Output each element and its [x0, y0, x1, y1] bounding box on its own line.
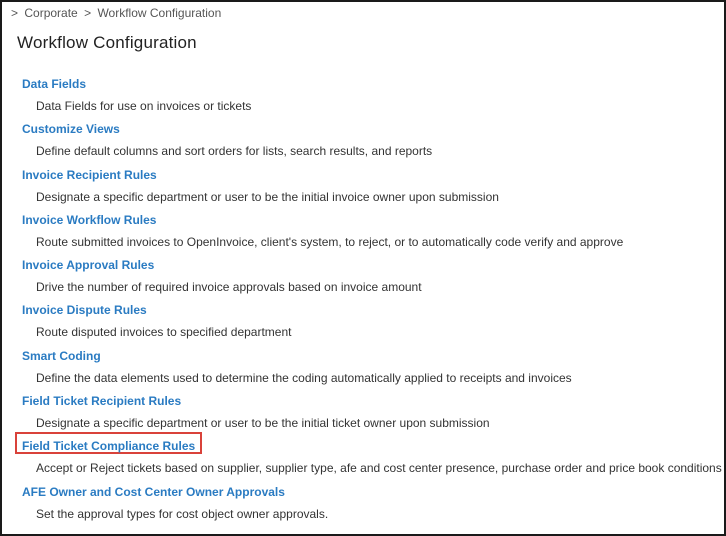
- customize-views-description: Define default columns and sort orders f…: [36, 144, 433, 159]
- list-item-field-ticket-compliance-rules: Field Ticket Compliance Rules Accept or …: [2, 432, 724, 481]
- smart-coding-description: Define the data elements used to determi…: [36, 370, 572, 385]
- list-item-invoice-recipient-rules: Invoice Recipient Rules Designate a spec…: [2, 165, 724, 210]
- field-ticket-compliance-rules-description: Accept or Reject tickets based on suppli…: [36, 461, 722, 476]
- breadcrumb-current: Workflow Configuration: [97, 6, 222, 20]
- customize-views-link[interactable]: Customize Views: [22, 122, 120, 136]
- data-fields-link[interactable]: Data Fields: [22, 77, 86, 91]
- list-item-invoice-approval-rules: Invoice Approval Rules Drive the number …: [2, 255, 724, 300]
- list-item-field-ticket-recipient-rules: Field Ticket Recipient Rules Designate a…: [2, 391, 724, 436]
- data-fields-description: Data Fields for use on invoices or ticke…: [36, 99, 252, 113]
- smart-coding-link[interactable]: Smart Coding: [22, 349, 101, 363]
- afe-owner-approvals-description: Set the approval types for cost object o…: [36, 506, 329, 521]
- list-item-smart-coding: Smart Coding Define the data elements us…: [2, 346, 724, 391]
- invoice-dispute-rules-link[interactable]: Invoice Dispute Rules: [22, 303, 147, 317]
- invoice-approval-rules-link[interactable]: Invoice Approval Rules: [22, 258, 154, 272]
- list-item-data-fields: Data Fields Data Fields for use on invoi…: [2, 74, 724, 119]
- page-title: Workflow Configuration: [17, 33, 197, 52]
- invoice-recipient-rules-link[interactable]: Invoice Recipient Rules: [22, 168, 157, 182]
- field-ticket-compliance-rules-link[interactable]: Field Ticket Compliance Rules: [22, 439, 195, 453]
- breadcrumb: > Corporate > Workflow Configuration: [11, 6, 221, 20]
- list-item-afe-owner-approvals: AFE Owner and Cost Center Owner Approval…: [2, 482, 724, 527]
- invoice-dispute-rules-description: Route disputed invoices to specified dep…: [36, 325, 292, 340]
- breadcrumb-corporate-link[interactable]: Corporate: [24, 6, 77, 20]
- list-item-invoice-dispute-rules: Invoice Dispute Rules Route disputed inv…: [2, 300, 724, 345]
- workflow-config-list: Data Fields Data Fields for use on invoi…: [2, 74, 724, 527]
- invoice-workflow-rules-description: Route submitted invoices to OpenInvoice,…: [36, 234, 624, 249]
- list-item-invoice-workflow-rules: Invoice Workflow Rules Route submitted i…: [2, 210, 724, 255]
- list-item-customize-views: Customize Views Define default columns a…: [2, 119, 724, 164]
- breadcrumb-separator: >: [84, 6, 92, 20]
- page-frame: > Corporate > Workflow Configuration Wor…: [0, 0, 726, 536]
- invoice-workflow-rules-link[interactable]: Invoice Workflow Rules: [22, 213, 156, 227]
- invoice-approval-rules-description: Drive the number of required invoice app…: [36, 280, 422, 295]
- field-ticket-recipient-rules-link[interactable]: Field Ticket Recipient Rules: [22, 394, 181, 408]
- breadcrumb-prefix: >: [11, 6, 19, 20]
- afe-owner-approvals-link[interactable]: AFE Owner and Cost Center Owner Approval…: [22, 485, 285, 499]
- invoice-recipient-rules-description: Designate a specific department or user …: [36, 189, 499, 204]
- field-ticket-recipient-rules-description: Designate a specific department or user …: [36, 416, 490, 431]
